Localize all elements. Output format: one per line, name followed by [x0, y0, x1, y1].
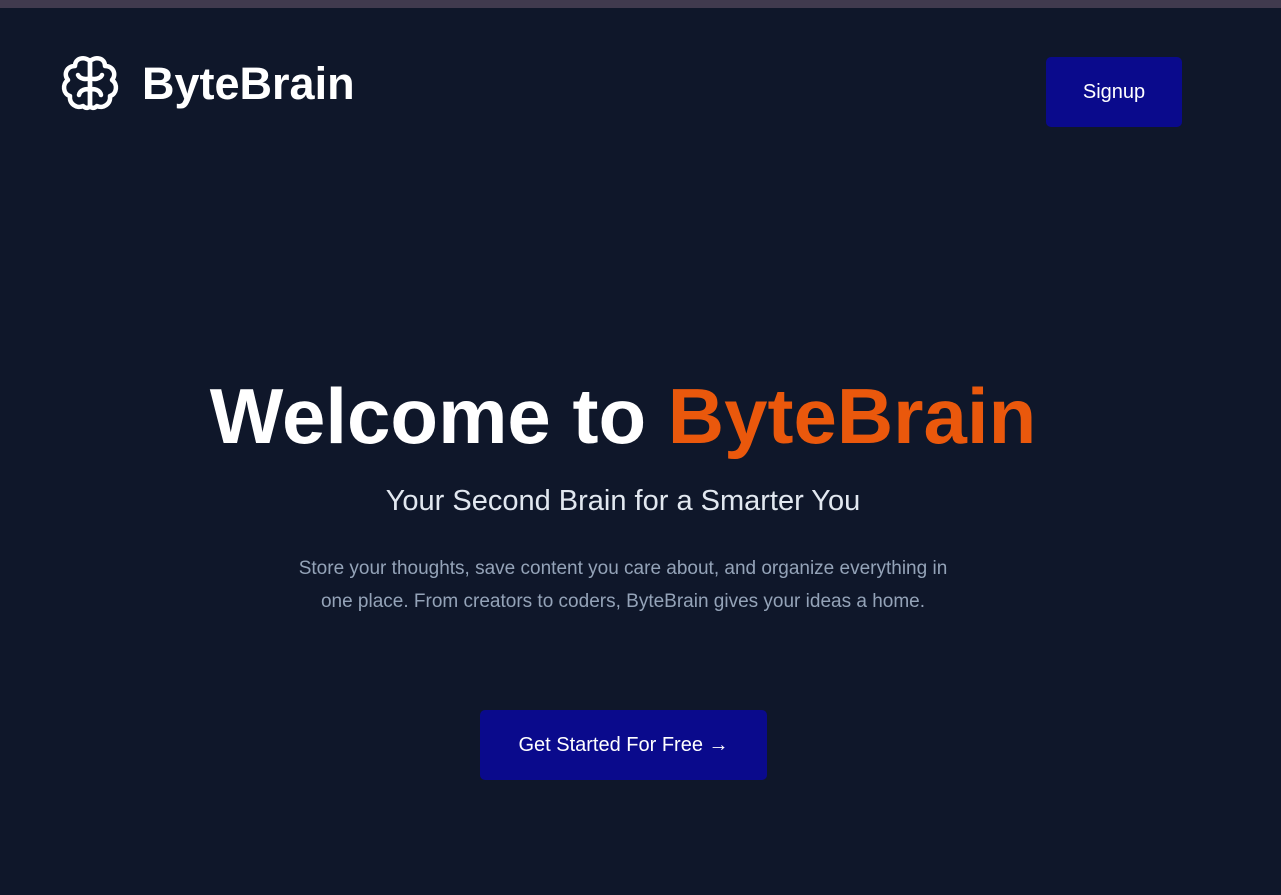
- landing-page: ByteBrain Signup Welcome to ByteBrain Yo…: [0, 8, 1281, 895]
- hero-description: Store your thoughts, save content you ca…: [298, 558, 948, 612]
- get-started-button[interactable]: Get Started For Free →: [480, 710, 767, 780]
- hero-title-highlight: ByteBrain: [667, 372, 1037, 460]
- brand-name: ByteBrain: [142, 57, 355, 109]
- hero-title-prefix: Welcome to: [209, 372, 668, 460]
- brain-icon: [60, 53, 120, 113]
- hero-title: Welcome to ByteBrain: [0, 370, 1246, 464]
- brand-logo[interactable]: ByteBrain: [60, 52, 355, 114]
- hero-subtitle: Your Second Brain for a Smarter You: [385, 485, 861, 517]
- signup-button[interactable]: Signup: [1046, 57, 1182, 127]
- browser-top-strip: [0, 0, 1281, 8]
